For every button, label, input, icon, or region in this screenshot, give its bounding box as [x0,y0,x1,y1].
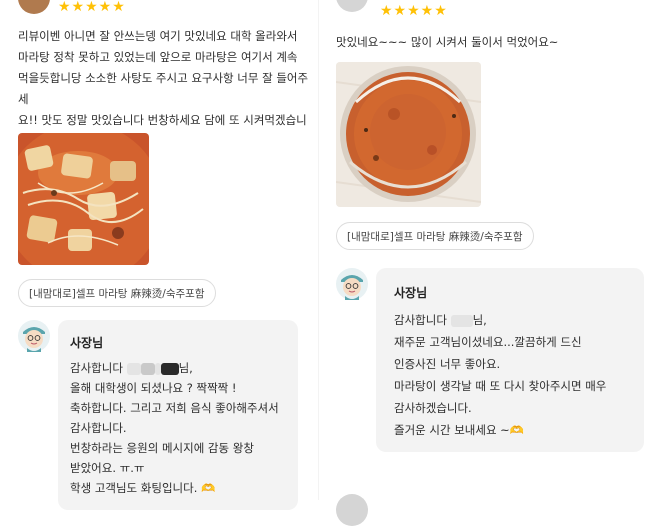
review-line: 요!! 맛도 정말 맛있습니다 번창하세요 담에 또 시켜먹겠습니 [18,113,307,127]
owner-line: 학생 고객님도 화팅입니다. 🫶 [70,481,216,495]
redacted-name [126,362,141,375]
owner-line: 재주문 고객님이셨네요...깔끔하게 드신 [394,335,582,349]
review-line: 맛있네요~~~ 많이 시켜서 둘이서 먹었어요~ [336,35,559,49]
owner-line: 감사하겠습니다. [394,401,472,415]
owner-reply-bubble: 사장님 감사합니다 님, 재주문 고객님이셨네요...깔끔하게 드신 인증사진 … [376,268,644,452]
owner-reply-bubble: 사장님 감사합니다 님, 올해 대학생이 되셨나요 ? 짝짝짝 ! 축하합니다.… [58,320,298,510]
owner-line: 마라탕이 생각날 때 또 다시 찾아주시면 매우 [394,379,607,393]
owner-line: 번창하라는 응원의 메시지에 감동 왕창 [70,441,254,455]
column-divider [318,0,319,500]
greeting-suffix: 님, [178,361,193,375]
redacted-name [160,362,179,375]
reviewer-avatar[interactable] [18,0,50,14]
redacted-name [154,362,161,375]
greeting-prefix: 감사합니다 [70,361,123,375]
greeting-prefix: 감사합니다 [394,313,447,327]
food-photo-empty-bowl[interactable] [336,62,481,207]
food-photo-malatang[interactable] [18,133,149,265]
rating-stars: ★★★★★ [58,0,126,15]
owner-title: 사장님 [70,336,104,350]
greeting-suffix: 님, [472,313,487,327]
redacted-name [450,314,473,327]
reviewer-avatar[interactable] [336,0,368,12]
owner-line: 축하합니다. 그리고 저희 음식 좋아해주셔서 [70,401,279,415]
menu-tag[interactable]: [내맘대로]셀프 마라탕 麻辣烫/숙주포함 [18,279,216,307]
rating-stars: ★★★★★ [380,3,448,19]
owner-line: 올해 대학생이 되셨나요 ? 짝짝짝 ! [70,381,237,395]
owner-greeting: 감사합니다 님, [70,360,193,376]
review-line: 먹을듯합니당 소소한 사탕도 주시고 요구사항 너무 잘 들어주세 [18,71,309,106]
owner-title: 사장님 [394,286,428,300]
review-text: 맛있네요~~~ 많이 시켜서 둘이서 먹었어요~ [336,32,558,53]
owner-avatar[interactable] [336,268,368,300]
owner-line: 인증사진 너무 좋아요. [394,357,501,371]
redacted-name [140,362,155,375]
owner-line: 받았어요. ㅠ.ㅠ [70,461,145,475]
owner-line: 감사합니다. [70,421,127,435]
review-line: 마라탕 정착 못하고 있었는데 앞으로 마라탕은 여기서 계속 [18,50,298,64]
menu-tag[interactable]: [내맘대로]셀프 마라탕 麻辣烫/숙주포함 [336,222,534,250]
next-reviewer-avatar[interactable] [336,494,368,526]
owner-greeting: 감사합니다 님, [394,312,487,328]
owner-line: 즐거운 시간 보내세요 ~🫶 [394,423,525,437]
review-line: 리뷰이벤 아니면 잘 안쓰는뎅 여기 맛있네요 대학 올라와서 [18,29,298,43]
owner-avatar[interactable] [18,320,50,352]
